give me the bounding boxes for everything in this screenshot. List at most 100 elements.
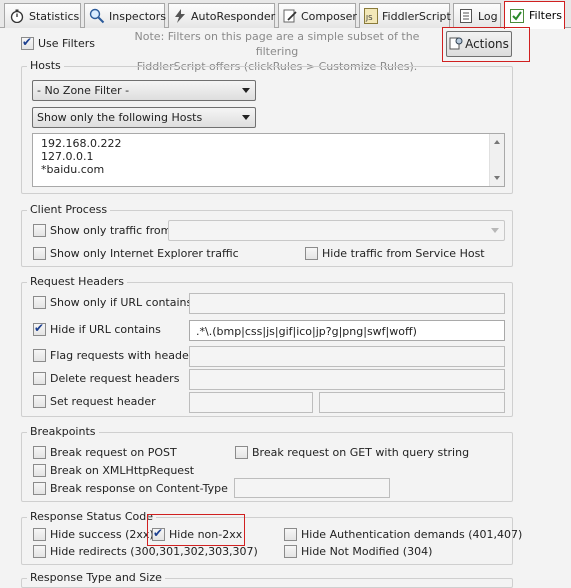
show-only-url-input[interactable] <box>189 293 505 314</box>
hide-service-host-row[interactable]: Hide traffic from Service Host <box>305 247 485 260</box>
tab-fiddlerscript[interactable]: JS FiddlerScript <box>359 3 451 28</box>
break-response-label: Break response on Content-Type <box>50 482 228 495</box>
show-only-url-checkbox[interactable] <box>33 296 46 309</box>
hide-non2xx-checkbox[interactable] <box>152 526 165 541</box>
stopwatch-icon <box>9 8 25 24</box>
tab-composer[interactable]: Composer <box>278 3 357 28</box>
zone-filter-select[interactable]: - No Zone Filter - <box>32 80 256 101</box>
chevron-down-icon <box>242 115 250 120</box>
use-filters-checkbox[interactable] <box>21 35 34 50</box>
tab-label: Statistics <box>29 9 80 23</box>
show-only-traffic-checkbox[interactable] <box>33 224 46 237</box>
host-filter-value: Show only the following Hosts <box>37 111 203 124</box>
tab-label: AutoResponder <box>191 9 276 23</box>
hide-service-host-checkbox[interactable] <box>305 247 318 260</box>
show-only-traffic-label: Show only traffic from <box>50 224 172 237</box>
hide-redirects-row[interactable]: Hide redirects (300,301,302,303,307) <box>33 545 258 558</box>
chevron-down-icon <box>491 228 499 233</box>
scroll-up-icon[interactable] <box>494 140 500 144</box>
use-filters-row[interactable]: Use Filters <box>21 35 96 50</box>
hide-redirects-label: Hide redirects (300,301,302,303,307) <box>50 545 258 558</box>
scroll-down-icon[interactable] <box>494 176 500 180</box>
set-header-checkbox[interactable] <box>33 395 46 408</box>
tab-strip: Statistics Inspectors AutoResponder Comp… <box>0 0 571 29</box>
set-header-row[interactable]: Set request header <box>33 395 156 408</box>
set-header-value-input[interactable] <box>319 392 505 413</box>
set-header-name-input[interactable] <box>189 392 313 413</box>
hide-success-row[interactable]: Hide success (2xx) <box>33 528 154 541</box>
host-entry: 192.168.0.222 <box>41 137 122 150</box>
vertical-scrollbar[interactable] <box>489 134 504 186</box>
hide-not-modified-label: Hide Not Modified (304) <box>301 545 433 558</box>
hide-redirects-checkbox[interactable] <box>33 545 46 558</box>
host-filter-select[interactable]: Show only the following Hosts <box>32 107 256 128</box>
tab-label: Filters <box>529 9 562 22</box>
log-icon <box>458 8 474 24</box>
tab-label: Log <box>478 9 498 23</box>
show-only-ie-checkbox[interactable] <box>33 247 46 260</box>
tab-log[interactable]: Log <box>453 3 501 28</box>
tab-label: Composer <box>301 9 357 23</box>
note-line-1: Note: Filters on this page are a simple … <box>134 30 420 58</box>
delete-headers-checkbox[interactable] <box>33 372 46 385</box>
flag-requests-row[interactable]: Flag requests with headers <box>33 349 199 362</box>
hide-success-checkbox[interactable] <box>33 528 46 541</box>
hide-if-url-checkbox[interactable] <box>33 321 46 336</box>
tab-filters[interactable]: Filters <box>504 1 565 29</box>
hosts-title: Hosts <box>27 59 64 72</box>
hide-if-url-label: Hide if URL contains <box>50 323 161 336</box>
client-process-title: Client Process <box>27 203 111 216</box>
hide-service-host-label: Hide traffic from Service Host <box>322 247 485 260</box>
show-only-traffic-row[interactable]: Show only traffic from <box>33 224 171 237</box>
svg-text:JS: JS <box>365 14 373 22</box>
flag-requests-input[interactable] <box>189 346 505 367</box>
hide-non2xx-row[interactable]: Hide non-2xx <box>152 526 243 541</box>
actions-button[interactable]: Actions <box>446 31 512 57</box>
use-filters-label: Use Filters <box>38 37 96 50</box>
response-type-title: Response Type and Size <box>27 571 165 584</box>
break-response-row[interactable]: Break response on Content-Type <box>33 482 228 495</box>
hide-success-label: Hide success (2xx) <box>50 528 154 541</box>
break-post-label: Break request on POST <box>50 446 177 459</box>
js-icon: JS <box>364 8 378 24</box>
show-only-ie-label: Show only Internet Explorer traffic <box>50 247 239 260</box>
chevron-down-icon <box>242 88 250 93</box>
pencil-icon <box>283 8 297 24</box>
break-xhr-row[interactable]: Break on XMLHttpRequest <box>33 464 194 477</box>
lightning-icon <box>173 8 187 24</box>
tab-label: Inspectors <box>109 9 167 23</box>
delete-headers-row[interactable]: Delete request headers <box>33 372 179 385</box>
hide-auth-row[interactable]: Hide Authentication demands (401,407) <box>284 528 522 541</box>
hide-non2xx-label: Hide non-2xx <box>169 528 243 541</box>
show-only-url-row[interactable]: Show only if URL contains <box>33 296 192 309</box>
break-response-checkbox[interactable] <box>33 482 46 495</box>
hosts-list[interactable]: 192.168.0.222 127.0.0.1 *baidu.com <box>32 133 505 187</box>
magnifier-icon <box>89 8 105 24</box>
hide-if-url-row[interactable]: Hide if URL contains <box>33 321 161 336</box>
hide-auth-checkbox[interactable] <box>284 528 297 541</box>
host-entry: *baidu.com <box>41 163 105 176</box>
flag-requests-label: Flag requests with headers <box>50 349 199 362</box>
break-xhr-checkbox[interactable] <box>33 464 46 477</box>
break-post-checkbox[interactable] <box>33 446 46 459</box>
break-get-row[interactable]: Break request on GET with query string <box>235 446 469 459</box>
actions-icon <box>449 36 463 53</box>
break-post-row[interactable]: Break request on POST <box>33 446 177 459</box>
tab-statistics[interactable]: Statistics <box>4 3 81 28</box>
show-only-ie-row[interactable]: Show only Internet Explorer traffic <box>33 247 239 260</box>
break-get-label: Break request on GET with query string <box>252 446 470 459</box>
tab-inspectors[interactable]: Inspectors <box>84 3 167 28</box>
hide-not-modified-row[interactable]: Hide Not Modified (304) <box>284 545 432 558</box>
host-entry: 127.0.0.1 <box>41 150 94 163</box>
actions-label: Actions <box>465 37 509 51</box>
process-select[interactable] <box>168 220 505 241</box>
break-get-checkbox[interactable] <box>235 446 248 459</box>
hide-not-modified-checkbox[interactable] <box>284 545 297 558</box>
hide-if-url-value: .*\.(bmp|css|js|gif|ico|jp?g|png|swf|wof… <box>196 325 417 338</box>
content-type-input[interactable] <box>234 478 390 498</box>
zone-filter-value: - No Zone Filter - <box>37 84 130 97</box>
flag-requests-checkbox[interactable] <box>33 349 46 362</box>
tab-autoresponder[interactable]: AutoResponder <box>168 3 275 28</box>
delete-headers-input[interactable] <box>189 369 505 390</box>
hide-if-url-input[interactable]: .*\.(bmp|css|js|gif|ico|jp?g|png|swf|wof… <box>189 320 505 341</box>
